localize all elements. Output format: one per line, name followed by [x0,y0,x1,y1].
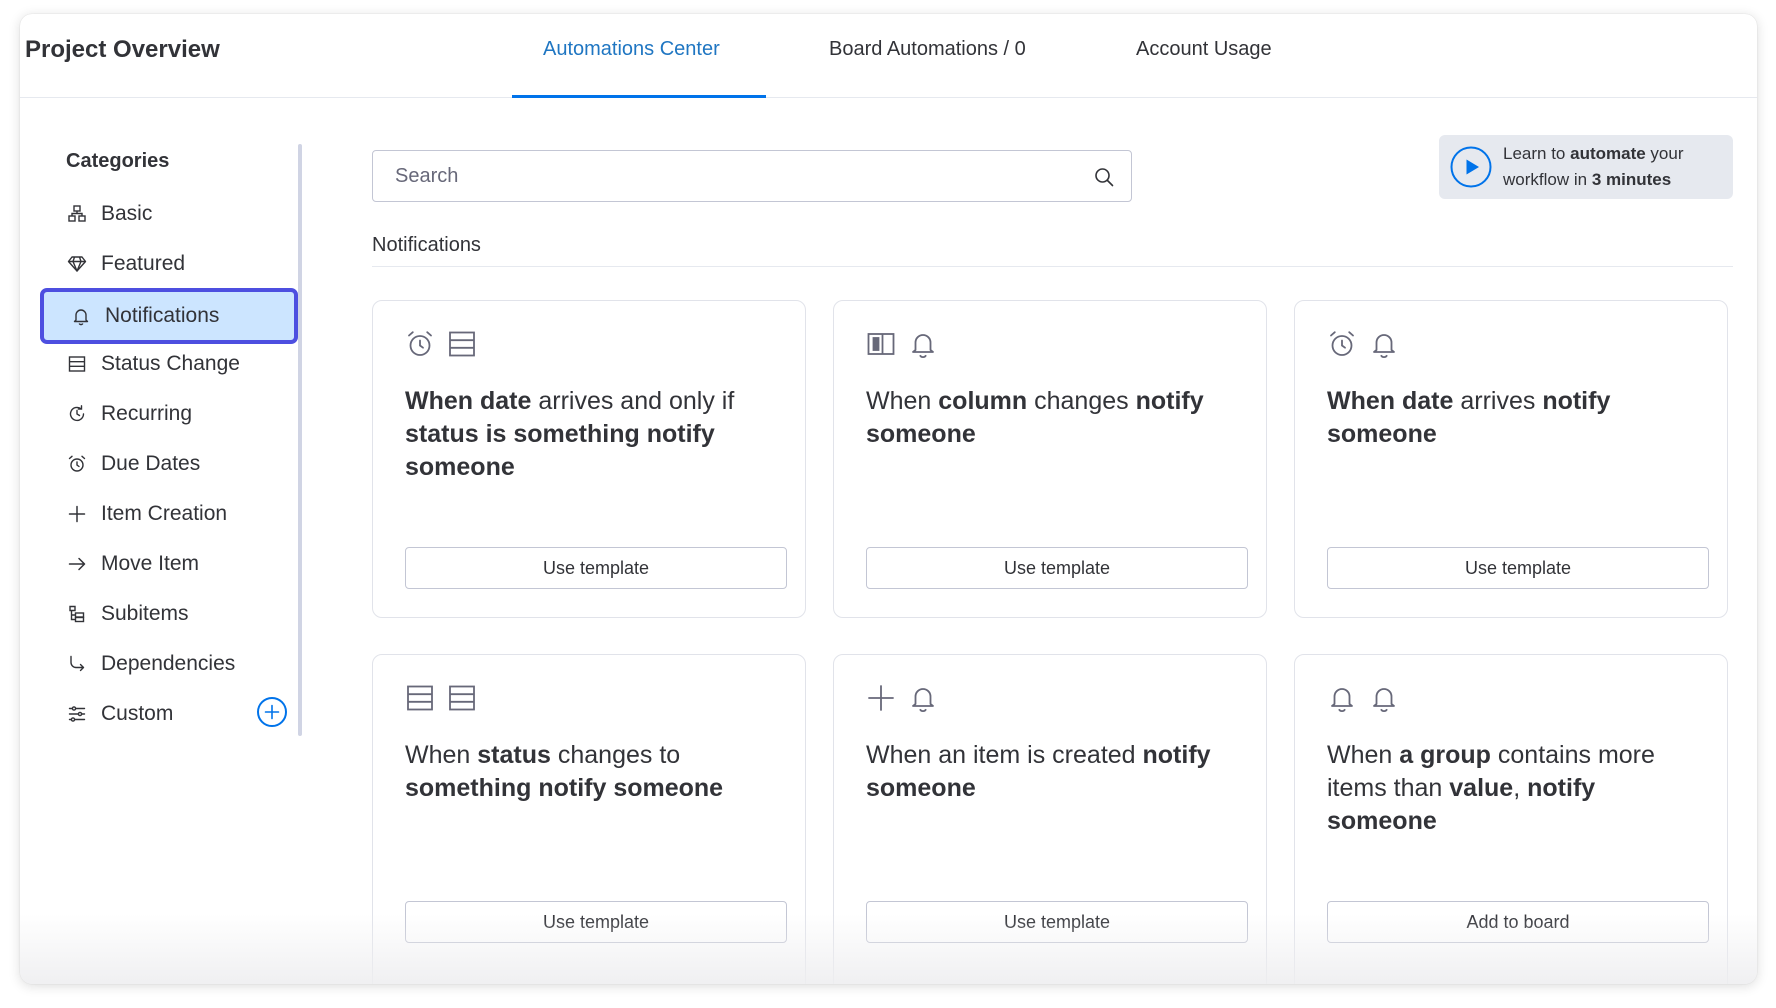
table-icon [449,331,475,357]
table-icon [66,353,88,375]
plus-icon [264,704,280,720]
alarm-icon [408,331,432,356]
play-icon [1450,146,1492,188]
sidebar-item-status-change[interactable]: Status Change [66,342,316,386]
use-template-button[interactable]: Use template [866,901,1248,943]
sliders-icon [66,703,88,725]
plus-icon [868,685,894,711]
bell-icon [1373,334,1395,358]
use-template-button[interactable]: Use template [405,547,787,589]
sidebar-item-label: Recurring [101,402,193,425]
basic-icon [66,203,88,225]
sidebar-item-label: Custom [101,702,174,725]
card-description: When date arrives and only if status is … [405,387,735,481]
tab-automations-center[interactable]: Automations Center [543,38,720,61]
sidebar-item-notifications[interactable]: Notifications [40,288,298,344]
card-description: When date arrives notify someone [1327,387,1611,448]
table-icon [449,685,475,711]
project-title: Project Overview [25,36,220,63]
learn-text: Learn to automate your workflow in 3 min… [1503,144,1684,189]
use-template-button[interactable]: Use template [1327,547,1709,589]
alarm-icon [1330,331,1354,356]
sidebar-item-featured[interactable]: Featured [66,242,316,286]
column-icon [867,333,895,355]
template-card: When column changes notify someone Use t… [833,300,1267,618]
card-icons [1327,329,1399,359]
sidebar-item-label: Dependencies [101,652,236,675]
sidebar-item-label: Status Change [101,352,240,375]
tab-board-automations[interactable]: Board Automations / 0 [829,38,1026,61]
use-template-button[interactable]: Use template [405,901,787,943]
card-icons [866,329,938,359]
search-box [372,150,1132,202]
sidebar-item-label: Subitems [101,602,189,625]
card-description: When a group contains more items than va… [1327,741,1655,835]
card-icons [405,683,477,713]
sidebar-item-label: Featured [101,252,186,275]
active-tab-indicator [512,95,766,98]
card-description: When column changes notify someone [866,387,1204,448]
alarm-icon [66,453,88,475]
sidebar-scrollbar[interactable] [298,144,302,736]
section-divider [372,266,1733,267]
subitems-icon [66,603,88,625]
sidebar-item-subitems[interactable]: Subitems [66,592,316,636]
sidebar-item-due-dates[interactable]: Due Dates [66,442,316,486]
search-icon[interactable] [1093,166,1115,188]
header: Project Overview Automations Center Boar… [20,14,1757,98]
template-card: When date arrives and only if status is … [372,300,806,618]
template-card: When date arrives notify someone Use tem… [1294,300,1728,618]
card-description: When status changes to something notify … [405,741,724,802]
search-input[interactable] [373,151,1131,201]
card-icons [866,683,938,713]
template-card: When a group contains more items than va… [1294,654,1728,984]
sidebar-item-label: Notifications [105,304,220,327]
sidebar-item-label: Item Creation [101,502,228,525]
card-icons [1327,683,1399,713]
learn-video-banner[interactable]: Learn to automate your workflow in 3 min… [1439,135,1733,199]
sidebar-item-item-creation[interactable]: Item Creation [66,492,316,536]
sidebar-item-basic[interactable]: Basic [66,192,316,236]
card-icons [405,329,477,359]
add-custom-button[interactable] [257,697,287,727]
plus-icon [66,503,88,525]
add-to-board-button[interactable]: Add to board [1327,901,1709,943]
bell-icon [70,305,92,327]
app-window: Project Overview Automations Center Boar… [20,14,1757,984]
sidebar-item-dependencies[interactable]: Dependencies [66,642,316,686]
sidebar-item-label: Due Dates [101,452,201,475]
template-card: When status changes to something notify … [372,654,806,984]
sidebar-item-label: Move Item [101,552,200,575]
sidebar-item-recurring[interactable]: Recurring [66,392,316,436]
bell-icon [1331,688,1353,712]
arrow-right-icon [66,553,88,575]
section-title: Notifications [372,234,481,256]
bell-icon [912,688,934,712]
bell-icon [1373,688,1395,712]
tab-account-usage[interactable]: Account Usage [1136,38,1272,61]
recurring-icon [66,403,88,425]
dependency-icon [66,653,88,675]
bell-icon [912,334,934,358]
template-card: When an item is created notify someone U… [833,654,1267,984]
diamond-icon [66,253,88,275]
sidebar-item-label: Basic [101,202,153,225]
table-icon [407,685,433,711]
use-template-button[interactable]: Use template [866,547,1248,589]
categories-title: Categories [66,150,170,172]
sidebar-item-move-item[interactable]: Move Item [66,542,316,586]
card-description: When an item is created notify someone [866,741,1211,802]
